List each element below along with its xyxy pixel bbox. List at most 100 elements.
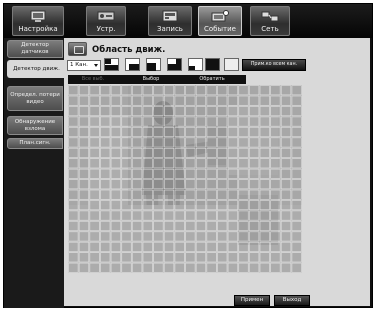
grid-cell[interactable] [121, 210, 132, 221]
grid-cell[interactable] [227, 137, 238, 148]
grid-cell[interactable] [174, 95, 185, 106]
grid-cell[interactable] [68, 147, 79, 158]
grid-cell[interactable] [68, 210, 79, 221]
grid-cell[interactable] [206, 158, 217, 169]
exit-button[interactable]: Выход [274, 295, 310, 306]
grid-cell[interactable] [153, 221, 164, 231]
grid-cell[interactable] [185, 168, 196, 179]
grid-cell[interactable] [217, 262, 228, 273]
grid-cell[interactable] [78, 168, 89, 179]
grid-cell[interactable] [100, 189, 111, 200]
grid-cell[interactable] [281, 262, 292, 273]
grid-cell[interactable] [281, 221, 292, 231]
grid-cell[interactable] [132, 137, 143, 148]
grid-cell[interactable] [185, 106, 196, 117]
grid-cell[interactable] [68, 221, 79, 231]
grid-cell[interactable] [100, 95, 111, 106]
grid-cell[interactable] [291, 168, 302, 179]
grid-cell[interactable] [100, 262, 111, 273]
grid-cell[interactable] [206, 137, 217, 148]
grid-cell[interactable] [217, 200, 228, 211]
grid-cell[interactable] [195, 106, 206, 117]
sidebar-item-alarm-schedule[interactable]: План.сигн. [7, 138, 63, 149]
grid-cell[interactable] [259, 252, 270, 263]
grid-cell[interactable] [89, 85, 100, 96]
grid-cell[interactable] [249, 252, 260, 263]
grid-cell[interactable] [153, 137, 164, 148]
grid-cell[interactable] [185, 221, 196, 231]
grid-cell[interactable] [78, 147, 89, 158]
grid-cell[interactable] [142, 179, 153, 190]
grid-cell[interactable] [89, 189, 100, 200]
grid-cell[interactable] [142, 127, 153, 137]
grid-cell[interactable] [259, 189, 270, 200]
grid-cell[interactable] [68, 106, 79, 117]
apply-button[interactable]: Примен [234, 295, 270, 306]
grid-cell[interactable] [217, 95, 228, 106]
grid-cell[interactable] [174, 262, 185, 273]
grid-cell[interactable] [238, 85, 249, 96]
grid-cell[interactable] [185, 231, 196, 242]
grid-cell[interactable] [249, 168, 260, 179]
grid-cell[interactable] [121, 179, 132, 190]
grid-cell[interactable] [78, 189, 89, 200]
grid-cell[interactable] [227, 221, 238, 231]
grid-cell[interactable] [132, 116, 143, 127]
grid-cell[interactable] [270, 262, 281, 273]
grid-cell[interactable] [153, 200, 164, 211]
grid-cell[interactable] [217, 137, 228, 148]
grid-cell[interactable] [249, 158, 260, 169]
grid-cell[interactable] [185, 127, 196, 137]
grid-cell[interactable] [89, 262, 100, 273]
grid-cell[interactable] [217, 116, 228, 127]
grid-cell[interactable] [110, 85, 121, 96]
grid-cell[interactable] [142, 158, 153, 169]
grid-cell[interactable] [164, 168, 175, 179]
grid-cell[interactable] [217, 241, 228, 252]
grid-cell[interactable] [110, 95, 121, 106]
grid-cell[interactable] [291, 241, 302, 252]
grid-cell[interactable] [89, 147, 100, 158]
grid-cell[interactable] [217, 85, 228, 96]
grid-cell[interactable] [281, 210, 292, 221]
grid-cell[interactable] [121, 158, 132, 169]
grid-cell[interactable] [259, 262, 270, 273]
grid-cell[interactable] [259, 200, 270, 211]
motion-grid-preview[interactable] [68, 85, 302, 273]
grid-cell[interactable] [291, 231, 302, 242]
invert-button[interactable]: Обратить [184, 75, 240, 84]
grid-cell[interactable] [174, 168, 185, 179]
grid-cell[interactable] [227, 262, 238, 273]
grid-cell[interactable] [100, 179, 111, 190]
grid-cell[interactable] [281, 137, 292, 148]
grid-cell[interactable] [185, 189, 196, 200]
grid-cell[interactable] [195, 179, 206, 190]
grid-cell[interactable] [142, 147, 153, 158]
grid-cell[interactable] [281, 127, 292, 137]
grid-cell[interactable] [121, 116, 132, 127]
grid-cell[interactable] [78, 241, 89, 252]
grid-cell[interactable] [164, 189, 175, 200]
grid-cell[interactable] [217, 221, 228, 231]
grid-cell[interactable] [249, 210, 260, 221]
tab-device[interactable]: Устр. [86, 6, 126, 36]
grid-cell[interactable] [153, 168, 164, 179]
grid-cell[interactable] [291, 210, 302, 221]
grid-cell[interactable] [206, 262, 217, 273]
grid-cell[interactable] [238, 95, 249, 106]
grid-cell[interactable] [249, 189, 260, 200]
grid-cell[interactable] [110, 127, 121, 137]
grid-cell[interactable] [110, 147, 121, 158]
grid-cell[interactable] [227, 147, 238, 158]
grid-cell[interactable] [164, 95, 175, 106]
grid-cell[interactable] [291, 189, 302, 200]
grid-cell[interactable] [132, 189, 143, 200]
grid-cell[interactable] [270, 252, 281, 263]
grid-cell[interactable] [185, 200, 196, 211]
grid-cell[interactable] [174, 231, 185, 242]
grid-cell[interactable] [89, 127, 100, 137]
grid-cell[interactable] [238, 127, 249, 137]
grid-cell[interactable] [291, 106, 302, 117]
grid-cell[interactable] [110, 210, 121, 221]
grid-cell[interactable] [185, 137, 196, 148]
